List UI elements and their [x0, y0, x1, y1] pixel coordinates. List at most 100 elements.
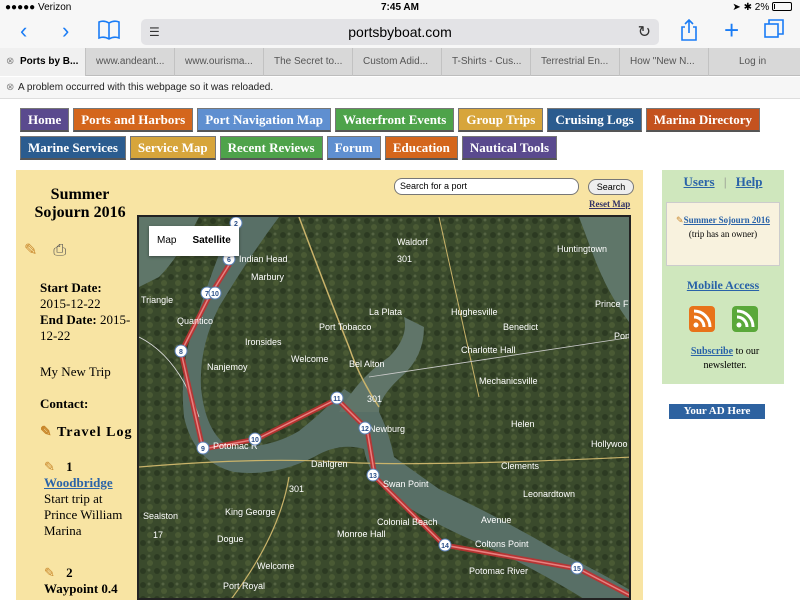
tab-1[interactable]: www.andeant... — [86, 48, 175, 76]
nav-recent-reviews[interactable]: Recent Reviews — [219, 136, 323, 160]
users-link[interactable]: Users — [684, 174, 715, 189]
close-icon[interactable]: ⊗ — [6, 77, 14, 99]
nav-education[interactable]: Education — [384, 136, 458, 160]
forward-icon[interactable]: › — [62, 20, 69, 42]
trip-link[interactable]: Summer Sojourn 2016 — [684, 215, 770, 225]
search-button[interactable]: Search — [588, 179, 634, 195]
map-place-label: Welcome — [291, 354, 328, 364]
printer-icon[interactable]: ⎙ — [53, 242, 66, 259]
nav-home[interactable]: Home — [20, 108, 70, 132]
nav-port-navigation-map[interactable]: Port Navigation Map — [197, 108, 331, 132]
tab-label: How "New N... — [630, 56, 695, 67]
map-view-button[interactable]: Map — [149, 226, 184, 256]
map-place-label: King George — [225, 507, 276, 517]
map-place-label: Dahlgren — [311, 459, 348, 469]
waypoint-number: 13 — [369, 473, 377, 480]
trip-tools: ✎ ⎙ — [24, 240, 136, 260]
share-icon[interactable] — [680, 18, 698, 47]
tab-2[interactable]: www.ourisma... — [175, 48, 264, 76]
map-place-label: Ironsides — [245, 337, 282, 347]
help-link[interactable]: Help — [736, 174, 763, 189]
reload-icon[interactable]: ↻ — [638, 22, 651, 42]
tab-3[interactable]: The Secret to... — [264, 48, 353, 76]
waypoint-marker[interactable]: 10 — [208, 286, 222, 300]
bookmarks-icon[interactable] — [98, 20, 120, 44]
waypoint-marker[interactable]: 12 — [358, 421, 372, 435]
banner-text: A problem occurred with this webpage so … — [18, 82, 274, 93]
map-place-label: Indian Head — [239, 254, 288, 264]
nav-waterfront-events[interactable]: Waterfront Events — [334, 108, 455, 132]
nav-nautical-tools[interactable]: Nautical Tools — [461, 136, 558, 160]
tab-8[interactable]: Log in — [709, 48, 800, 76]
log-place-link[interactable]: Woodbridge — [44, 475, 136, 491]
log-text: Start trip at Prince William Marina — [44, 491, 123, 538]
nav-group-trips[interactable]: Group Trips — [458, 108, 544, 132]
waypoint-number: 15 — [573, 566, 581, 573]
map-place-label: Avenue — [481, 515, 511, 525]
subscribe-link[interactable]: Subscribe — [691, 346, 733, 357]
rss-icon[interactable] — [689, 306, 715, 332]
browser-toolbar: ‹ › ☰ portsbyboat.com ↻ + — [0, 15, 800, 48]
address-bar[interactable]: ☰ portsbyboat.com ↻ — [141, 19, 659, 45]
tab-4[interactable]: Custom Adid... — [353, 48, 442, 76]
tab-6[interactable]: Terrestrial En... — [531, 48, 620, 76]
nav-marine-services[interactable]: Marine Services — [20, 136, 126, 160]
route-map[interactable]: Indian Head Waldorf Huntingtown Marbury Tria… — [137, 215, 631, 600]
nav-forum[interactable]: Forum — [326, 136, 381, 160]
waypoint-number: 10 — [251, 437, 259, 444]
waypoint-marker[interactable]: 8 — [174, 344, 188, 358]
trip-description: My New Trip — [40, 364, 111, 379]
map-place-label: Prince Frederick — [595, 299, 631, 309]
nav-cruising-logs[interactable]: Cruising Logs — [547, 108, 642, 132]
map-place-label: Marbury — [251, 272, 285, 282]
battery-indicator: ➤ ✱ 2% — [732, 2, 792, 13]
ad-banner[interactable]: Your AD Here — [669, 404, 765, 419]
edit-icon[interactable]: ✎ — [44, 459, 55, 474]
nav-service-map[interactable]: Service Map — [129, 136, 216, 160]
map-place-label: Monroe Hall — [337, 529, 386, 539]
trip-sidebar: Summer Sojourn 2016 ✎ ⎙ Start Date: 2015… — [24, 170, 136, 597]
new-tab-icon[interactable]: + — [724, 15, 739, 46]
travel-log-heading: ✎ Travel Log — [24, 424, 136, 441]
edit-icon[interactable]: ✎ — [40, 425, 53, 440]
waypoint-number: 12 — [361, 426, 369, 433]
map-place-label: Nanjemoy — [207, 362, 248, 372]
waypoint-marker[interactable]: 13 — [366, 468, 380, 482]
edit-icon[interactable]: ✎ — [44, 565, 55, 580]
tabs-icon[interactable] — [764, 19, 784, 45]
nav-marina-directory[interactable]: Marina Directory — [645, 108, 761, 132]
nav-ports-and-harbors[interactable]: Ports and Harbors — [73, 108, 194, 132]
waypoint-number: 10 — [211, 291, 219, 298]
map-place-label: Port Tobacco — [319, 322, 371, 332]
edit-icon[interactable]: ✎ — [24, 242, 37, 259]
end-date-label: End Date: — [40, 312, 97, 327]
satellite-map[interactable]: Indian Head Waldorf Huntingtown Marbury Tria… — [139, 217, 631, 600]
waypoint-marker[interactable]: 10 — [248, 432, 262, 446]
tab-5[interactable]: T-Shirts - Cus... — [442, 48, 531, 76]
tab-bar: ⊗ Ports by B... www.andeant... www.ourism… — [0, 48, 800, 76]
waypoint-marker[interactable]: 14 — [438, 538, 452, 552]
reset-map-link[interactable]: Reset Map — [589, 199, 630, 209]
mobile-access-link[interactable]: Mobile Access — [662, 278, 784, 293]
satellite-view-button[interactable]: Satellite — [184, 226, 238, 256]
log-entry: ✎ 1 Woodbridge Start trip at Prince Will… — [24, 459, 136, 539]
back-icon[interactable]: ‹ — [20, 20, 27, 42]
tab-0[interactable]: ⊗ Ports by B... — [0, 48, 86, 76]
tab-7[interactable]: How "New N... — [620, 48, 709, 76]
url-text: portsbyboat.com — [348, 24, 452, 40]
waypoint-marker[interactable]: 11 — [330, 391, 344, 405]
search-input[interactable]: Search for a port — [394, 178, 579, 195]
trip-card: ✎Summer Sojourn 2016 (trip has an owner) — [666, 202, 780, 266]
travel-log-label: Travel Log — [56, 425, 133, 440]
status-bar: ●●●●● Verizon 7:45 AM ➤ ✱ 2% — [0, 0, 800, 16]
waypoint-marker[interactable]: 9 — [196, 441, 210, 455]
rss-feed-icon[interactable] — [732, 306, 758, 332]
waypoint-number: 7 — [205, 291, 209, 298]
trip-title: Summer Sojourn 2016 — [34, 186, 126, 221]
map-place-label: Swan Point — [383, 479, 429, 489]
map-place-label: Welcome — [257, 561, 294, 571]
waypoint-marker[interactable]: 15 — [570, 561, 584, 575]
map-place-label: Hughesville — [451, 307, 498, 317]
edit-icon[interactable]: ✎ — [676, 215, 684, 225]
close-icon[interactable]: ⊗ — [6, 48, 14, 76]
